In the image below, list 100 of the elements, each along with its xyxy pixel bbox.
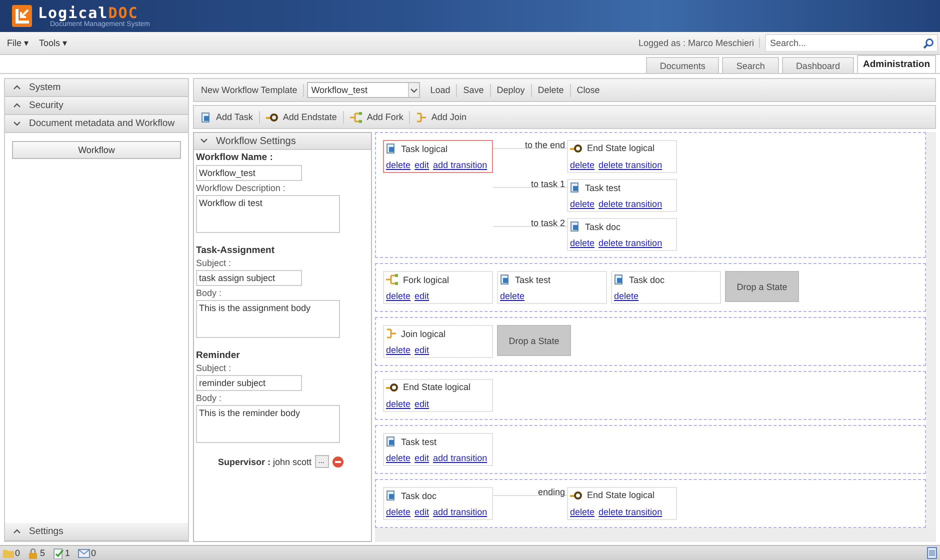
node-link[interactable]: add transition [433,453,488,463]
toolbar-button[interactable]: Deploy [494,83,528,97]
task-icon [570,221,580,232]
state-node[interactable]: End State logical delete delete transition [567,487,677,520]
body-field[interactable]: This is the reminder body [196,405,340,443]
template-dropdown[interactable]: Workflow_test [307,82,420,98]
tab[interactable]: Administration [856,55,936,73]
field-label: Subject : [196,363,232,373]
state-node[interactable]: Task test delete edit add transition [383,433,493,466]
task-icon [386,436,396,447]
new-template-button[interactable]: New Workflow Template [198,83,300,97]
node-link[interactable]: edit [414,345,430,355]
state-node[interactable]: Task test delete [497,271,607,304]
key-icon [570,144,582,152]
node-link[interactable]: delete [570,160,595,170]
lock-icon [28,548,40,558]
node-link[interactable]: delete transition [598,238,662,248]
node-link[interactable]: add transition [433,507,488,517]
node-link[interactable]: delete transition [598,507,662,517]
subject-field[interactable]: reminder subject [196,375,302,391]
node-link[interactable]: edit [414,507,430,517]
fork-icon [350,112,362,122]
drop-zone[interactable]: Drop a State [725,271,799,302]
palette-button[interactable]: Add Fork [346,110,406,124]
state-node[interactable]: Task logical delete edit add transition [383,140,493,173]
node-link[interactable]: edit [414,160,430,170]
state-name: Task doc [401,490,437,500]
node-link[interactable]: delete [386,507,411,517]
node-link[interactable]: delete [500,291,525,301]
node-link[interactable]: edit [414,453,430,463]
join-icon [416,112,426,122]
supervisor-label: Supervisor : john scott [218,456,312,466]
vertical-scrollbar[interactable] [926,132,936,528]
node-link[interactable]: delete [386,345,411,355]
task-icon [386,143,396,154]
body-field[interactable]: This is the assignment body [196,300,340,338]
palette-button[interactable]: Add Join [413,110,470,124]
palette-button[interactable]: Add Task [198,110,256,124]
field-label: Body : [196,393,222,403]
menu-item[interactable]: File ▾ [4,36,32,50]
drop-zone[interactable]: Drop a State [497,325,571,356]
state-node[interactable]: End State logical delete edit [383,379,493,412]
accordion-header[interactable]: Settings [5,523,188,541]
settings-header[interactable]: Workflow Settings [194,133,371,150]
group-title: Reminder [196,350,240,361]
state-node[interactable]: Join logical delete edit [383,325,493,358]
workflow-button[interactable]: Workflow [12,141,181,159]
node-link[interactable]: add transition [433,160,488,170]
tab[interactable]: Search [722,57,779,73]
state-node[interactable]: Task doc delete edit add transition [383,487,493,520]
state-node[interactable]: End State logical delete delete transition [567,140,677,173]
node-link[interactable]: delete [386,291,411,301]
key-icon [570,490,582,500]
tab[interactable]: Dashboard [782,57,854,73]
chevron-down-icon [13,120,21,126]
node-link[interactable]: delete [386,399,411,409]
logo-icon [12,5,32,27]
remove-icon[interactable] [332,456,344,468]
node-link[interactable]: edit [414,291,430,301]
toolbar-button[interactable]: Delete [534,83,567,97]
accordion-header[interactable]: Security [5,97,188,115]
horizontal-scrollbar[interactable] [375,528,936,542]
node-link[interactable]: edit [414,399,430,409]
state-node[interactable]: Task doc delete delete transition [567,218,677,251]
node-link[interactable]: delete [614,291,639,301]
state-name: End State logical [587,490,655,500]
menu-item[interactable]: Tools ▾ [36,36,71,50]
group-title: Task-Assignment [196,245,274,256]
chevron-up-icon [13,102,21,108]
state-node[interactable]: Task doc delete [611,271,721,304]
status-count: 0 [15,548,20,558]
node-link[interactable]: delete [570,199,595,209]
node-link[interactable]: delete transition [598,160,662,170]
checked-document-icon [53,548,64,558]
state-node[interactable]: Task test delete delete transition [567,179,677,212]
accordion-header[interactable]: System [5,79,188,97]
toolbar-button[interactable]: Save [460,83,487,97]
accordion-header[interactable]: Document metadata and Workflow [5,115,188,133]
state-name: Fork logical [403,274,450,284]
state-name: End State logical [587,143,655,153]
search-field[interactable]: Search... [765,34,938,52]
state-node[interactable]: Fork logical delete edit [383,271,493,304]
palette-button[interactable]: Add Endstate [262,110,340,124]
subject-field[interactable]: task assign subject [196,270,302,286]
node-link[interactable]: delete [386,160,411,170]
folder-icon [3,548,14,558]
node-link[interactable]: delete [570,507,595,517]
toolbar-button[interactable]: Close [574,83,603,97]
node-link[interactable]: delete [570,238,595,248]
field-label: Body : [196,288,222,298]
name-field[interactable]: Workflow_test [196,165,302,181]
field-label: Workflow Description : [196,183,286,193]
tab[interactable]: Documents [646,57,720,73]
toolbar-button[interactable]: Load [427,83,454,97]
node-link[interactable]: delete transition [598,199,662,209]
search-icon [923,38,934,48]
task-icon [570,182,580,193]
description-field[interactable]: Workflow di test [196,195,340,233]
node-link[interactable]: delete [386,453,411,463]
notes-icon[interactable] [927,547,937,559]
